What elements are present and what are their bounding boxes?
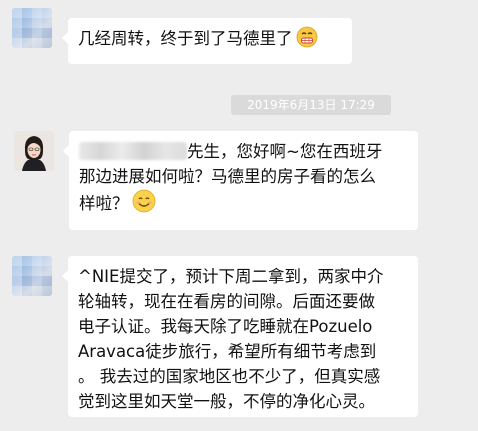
agent-avatar[interactable] — [14, 131, 54, 171]
message-line-1: 先生，您好啊~您在西班牙 — [79, 139, 408, 164]
message-line-2: 那边进展如何啦？马德里的房子看的怎么 — [79, 167, 376, 186]
message-line: Aravaca徒步旅行，希望所有细节考虑到 — [78, 342, 377, 361]
message-text-line3: 样啦？ — [79, 194, 129, 213]
contact-avatar[interactable] — [12, 8, 52, 48]
message-line: 电子认证。我每天除了吃睡就在Pozuelo — [78, 317, 373, 336]
smile-emoji-icon — [132, 189, 156, 220]
message-line: 觉到这里如天堂一般，不停的净化心灵。 — [78, 392, 375, 411]
message-line: ^NIE提交了，预计下周二拿到，两家中介 — [78, 267, 384, 286]
message-bubble-3[interactable]: ^NIE提交了，预计下周二拿到，两家中介 轮轴转，现在在看房的间隙。后面还要做 … — [62, 256, 418, 417]
message-line: 轮轴转，现在在看房的间隙。后面还要做 — [78, 292, 375, 311]
message-line-3: 样啦？ — [79, 189, 408, 220]
message-bubble-2[interactable]: 先生，您好啊~您在西班牙 那边进展如何啦？马德里的房子看的怎么 样啦？ — [63, 131, 418, 230]
message-line: 。 我去过的国家地区也不少了，但真实感 — [78, 367, 381, 386]
message-text: 几经周转，终于到了马德里了 — [78, 29, 293, 48]
contact-avatar[interactable] — [12, 256, 52, 296]
chat-timestamp: 2019年6月13日 17:29 — [231, 95, 391, 115]
sweat-grin-emoji-icon — [296, 26, 318, 55]
woman-portrait-icon — [14, 131, 54, 171]
message-bubble-1[interactable]: 几经周转，终于到了马德里了 — [62, 18, 352, 64]
redacted-name — [79, 142, 187, 160]
message-text-line1: 先生，您好啊~您在西班牙 — [187, 142, 383, 161]
